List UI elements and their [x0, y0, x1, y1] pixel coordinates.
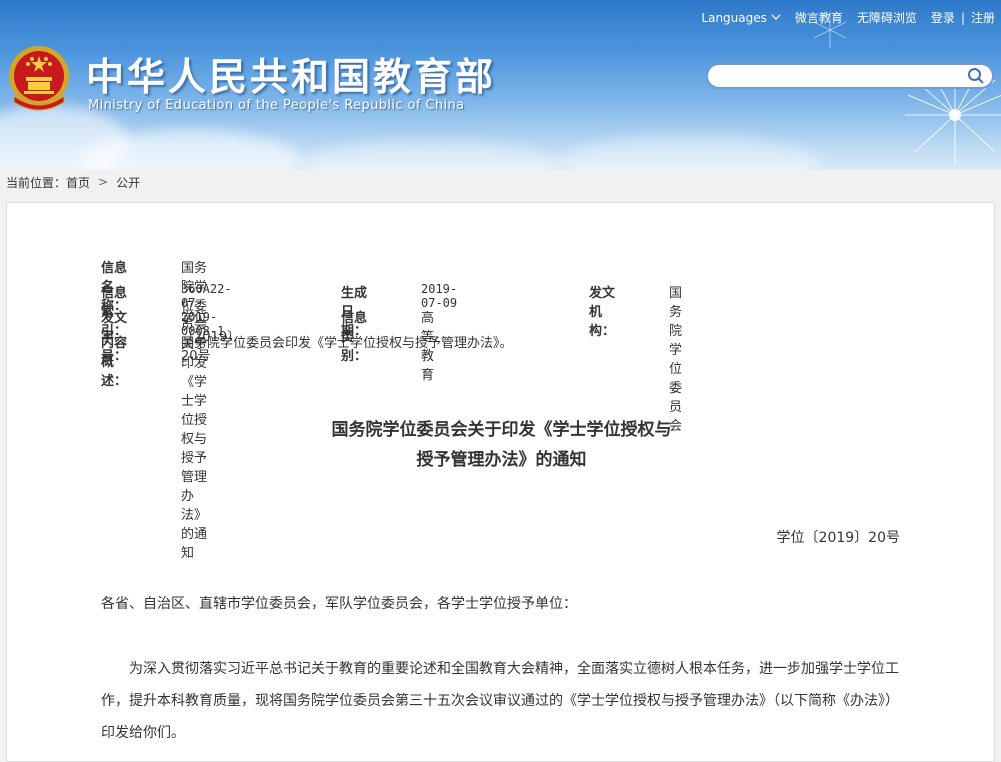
- languages-menu[interactable]: Languages: [701, 10, 781, 25]
- info-org-value: 国务院学位委员会: [669, 286, 683, 434]
- languages-label: Languages: [701, 10, 767, 25]
- national-emblem-logo: [9, 46, 69, 111]
- info-org-label: 发文机构：: [589, 286, 616, 339]
- accessibility-link[interactable]: 无障碍浏览: [857, 9, 917, 26]
- info-date-value: 2019-07-09: [421, 282, 458, 310]
- site-header: 中华人民共和国教育部 Ministry of Education of the …: [0, 0, 1001, 170]
- info-summary-label: 内容概述：: [101, 336, 128, 389]
- document-number: 学位〔2019〕20号: [776, 530, 900, 546]
- search-icon[interactable]: [967, 67, 985, 85]
- search-box: [706, 63, 994, 89]
- cloud-decoration: [300, 140, 560, 170]
- info-summary-value: 国务院学位委员会印发《学士学位授权与授予管理办法》。: [181, 336, 513, 351]
- nav-separator: |: [960, 10, 965, 25]
- article-panel: 信息名称： 国务院学位委员会关于印发《学士学位授权与授予管理办法》的通知 信息索…: [6, 202, 995, 762]
- site-subtitle: Ministry of Education of the People's Re…: [88, 98, 465, 113]
- chevron-right-icon: >: [98, 175, 109, 189]
- breadcrumb: 当前位置： 首页 > 公开: [6, 174, 140, 190]
- breadcrumb-home-link[interactable]: 首页: [66, 174, 90, 191]
- breadcrumb-prefix: 当前位置：: [6, 175, 67, 190]
- cloud-decoration: [560, 135, 820, 170]
- login-link[interactable]: 登录: [931, 9, 955, 26]
- top-navigation: Languages 微言教育 无障碍浏览 登录 | 注册: [701, 9, 995, 26]
- register-link[interactable]: 注册: [971, 9, 995, 26]
- document-title: 国务院学位委员会关于印发《学士学位授权与 授予管理办法》的通知: [7, 415, 996, 475]
- document-title-line-2: 授予管理办法》的通知: [416, 450, 587, 470]
- search-input[interactable]: [718, 65, 972, 89]
- chevron-down-icon: [771, 14, 781, 20]
- document-title-line-1: 国务院学位委员会关于印发《学士学位授权与: [331, 420, 672, 440]
- breadcrumb-current-link[interactable]: 公开: [116, 174, 140, 191]
- weiyan-link[interactable]: 微言教育: [795, 9, 843, 26]
- document-paragraph: 为深入贯彻落实习近平总书记关于教育的重要论述和全国教育大会精神，全面落实立德树人…: [101, 661, 899, 741]
- site-title: 中华人民共和国教育部: [86, 55, 497, 99]
- document-addressee: 各省、自治区、直辖市学位委员会，军队学位委员会，各学士学位授予单位：: [101, 596, 577, 612]
